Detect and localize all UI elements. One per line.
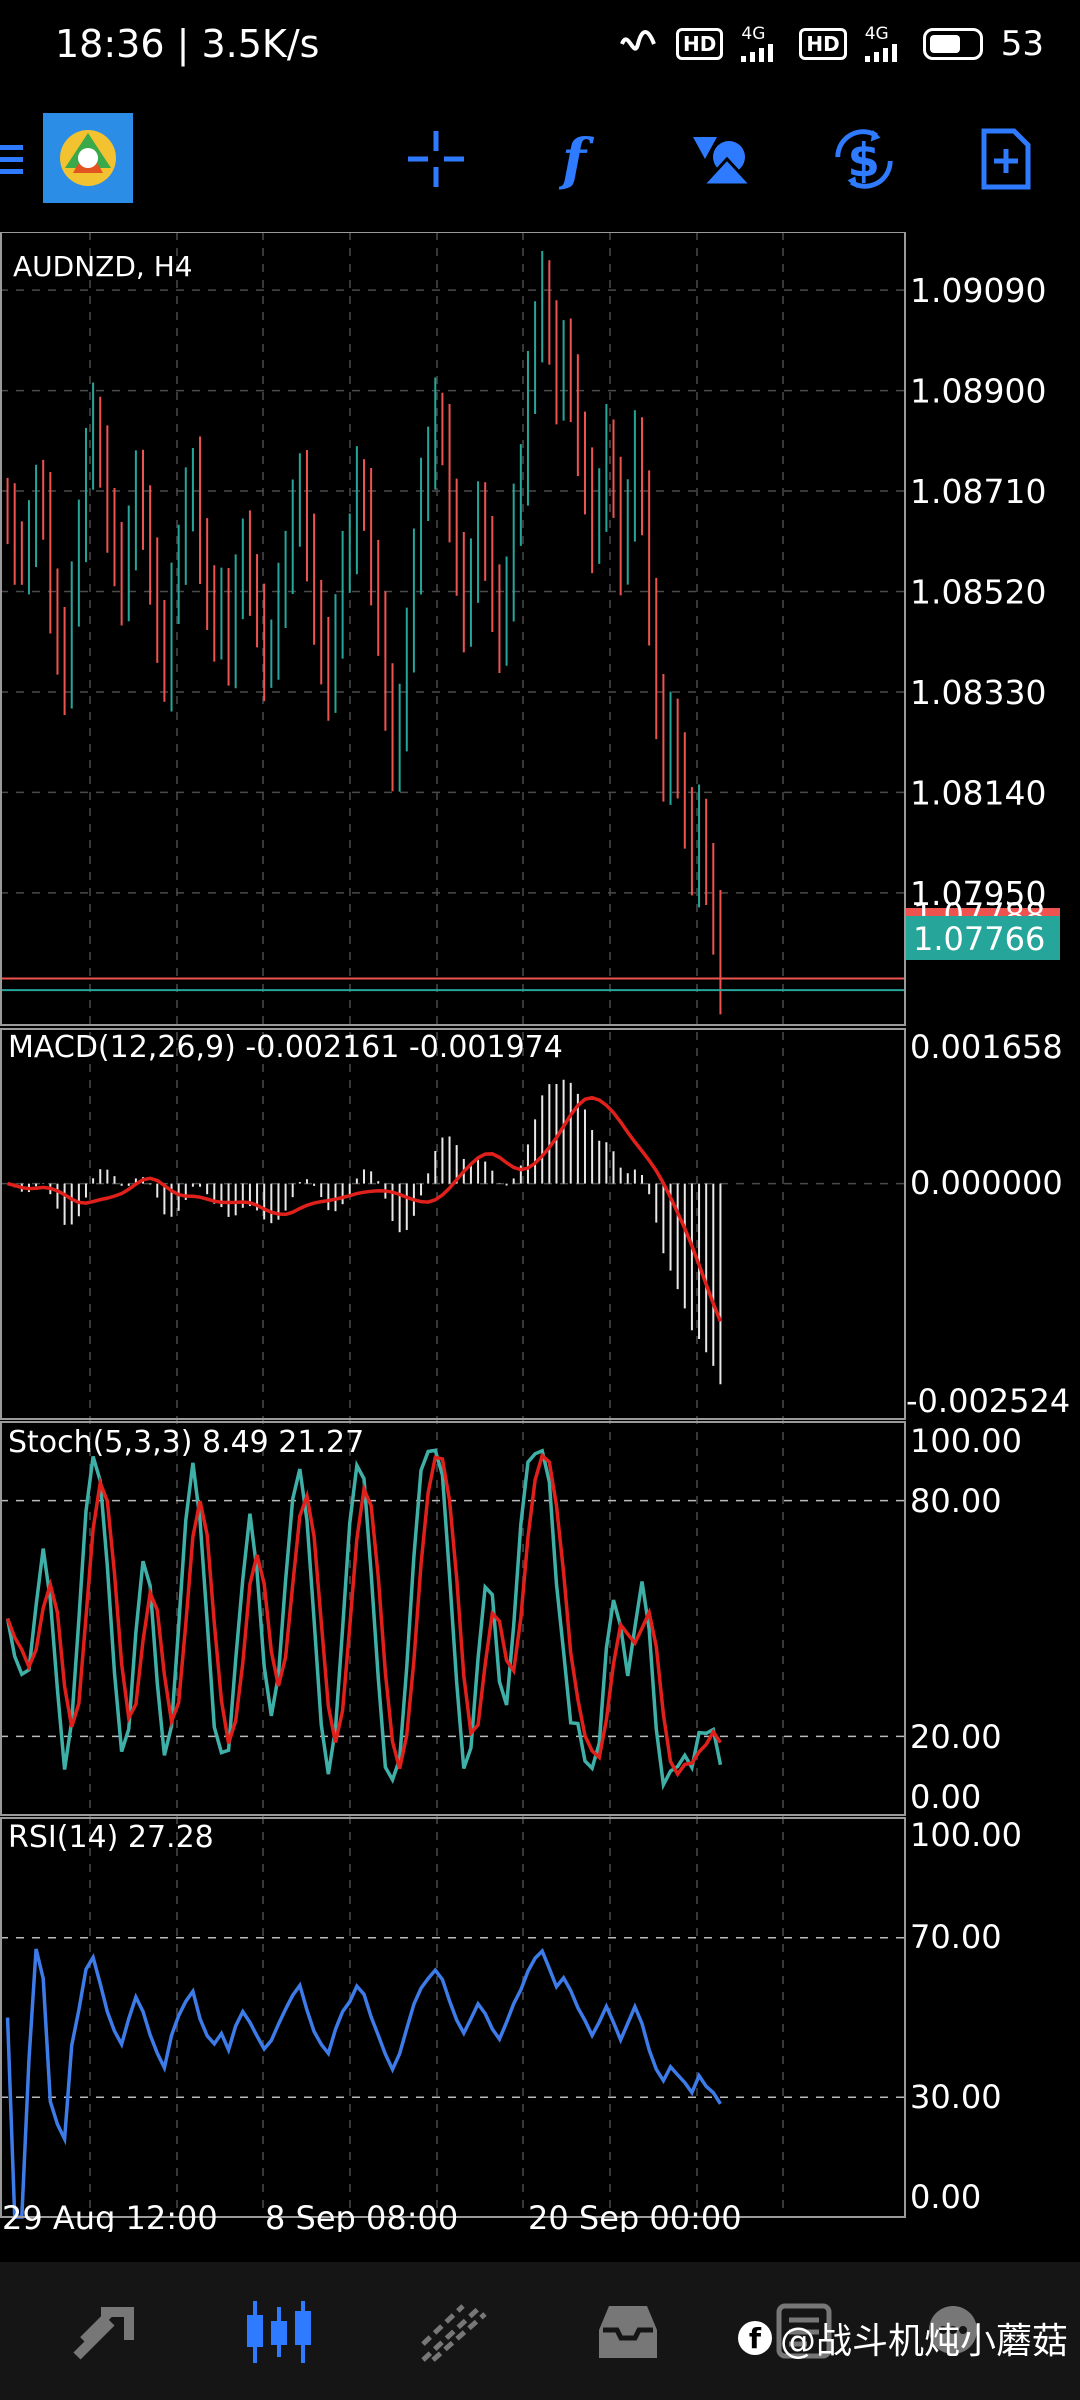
network-type-1: 4G <box>741 24 766 44</box>
objects-button[interactable] <box>688 125 756 193</box>
status-icons: HD 4G HD 4G 53 <box>618 24 1044 64</box>
svg-text:f: f <box>558 127 595 191</box>
stoch-signal-line <box>5 1452 722 1778</box>
time-label-3: 20 Sep 00:00 <box>528 2199 742 2232</box>
macd-tick-zero: 0.000000 <box>910 1164 1063 1202</box>
trade-icon <box>421 2304 487 2362</box>
macd-signal-line <box>7 1095 723 1323</box>
macd-tick-top: 0.001658 <box>910 1028 1063 1066</box>
rsi-panel <box>0 1936 905 2219</box>
stoch-tick-0: 0.00 <box>910 1778 981 1816</box>
history-icon <box>599 2306 657 2358</box>
signal-bars-icon-1 <box>741 44 774 62</box>
hd-badge-1: HD <box>676 28 724 60</box>
bid-price-label: 1.07766 <box>913 920 1045 958</box>
macd-tick-bottom: -0.002524 <box>906 1382 1070 1420</box>
facebook-icon: f <box>737 2321 772 2355</box>
nav-trade[interactable] <box>414 2292 494 2372</box>
rsi-tick-0: 0.00 <box>910 2178 981 2216</box>
network-type-2: 4G <box>864 24 889 44</box>
menu-icon <box>0 145 23 174</box>
rsi-tick-100: 100.00 <box>910 1816 1022 1854</box>
stoch-label: Stoch(5,3,3) 8.49 21.27 <box>8 1425 364 1460</box>
price-tick-2: 1.08710 <box>910 472 1046 511</box>
battery-level: 53 <box>1000 24 1044 64</box>
battery-icon <box>922 28 983 60</box>
rsi-label: RSI(14) 27.28 <box>8 1820 214 1855</box>
quotes-icon <box>73 2307 134 2360</box>
rsi-line <box>5 1948 722 2219</box>
macd-label: MACD(12,26,9) -0.002161 -0.001974 <box>8 1030 563 1065</box>
frame-rsi <box>0 1817 906 2218</box>
indicators-button[interactable]: f <box>545 125 613 193</box>
menu-button[interactable] <box>0 125 30 193</box>
crosshair-button[interactable] <box>402 125 470 193</box>
symbol-label: AUDNZD, H4 <box>13 250 193 283</box>
nav-history[interactable] <box>588 2292 668 2372</box>
status-time: 18:36 | 3.5K/s <box>55 22 320 66</box>
hd-badge-2: HD <box>799 28 847 60</box>
stoch-tick-20: 20.00 <box>910 1718 1002 1756</box>
price-tick-5: 1.08140 <box>910 773 1046 812</box>
signal-1: 4G <box>741 26 781 62</box>
frame-macd <box>0 1028 906 1420</box>
macd-panel <box>0 1079 905 1385</box>
rsi-tick-70: 70.00 <box>910 1918 1002 1956</box>
stoch-tick-100: 100.00 <box>910 1422 1022 1460</box>
nav-quotes[interactable] <box>66 2292 146 2372</box>
chart-toolbar: f $ <box>0 105 1080 213</box>
watermark-text: @战斗机炖小蘑菇 <box>779 2321 1068 2362</box>
price-axis: 1.09090 1.08900 1.08710 1.08520 1.08330 1.081… <box>910 271 1046 913</box>
stoch-tick-80: 80.00 <box>910 1482 1002 1520</box>
crosshair-icon <box>408 131 464 187</box>
candlestick-series <box>0 251 905 1015</box>
status-bar: 18:36 | 3.5K/s HD 4G HD 4G 53 <box>0 0 1080 100</box>
indicators-icon: f <box>558 127 595 191</box>
frame-main <box>0 232 906 1026</box>
timeframe-button[interactable]: $ <box>830 125 898 193</box>
time-label-2: 8 Sep 08:00 <box>265 2199 458 2232</box>
rsi-tick-30: 30.00 <box>910 2078 1002 2116</box>
metatrader-logo <box>43 113 133 203</box>
new-order-button[interactable] <box>972 125 1040 193</box>
vibrate-icon <box>620 30 656 51</box>
price-tick-1: 1.08900 <box>910 372 1046 411</box>
nav-chart[interactable] <box>240 2292 320 2372</box>
price-tick-3: 1.08520 <box>910 572 1046 611</box>
signal-bars-icon-2 <box>864 44 897 62</box>
trading-chart[interactable]: AUDNZD, H4 1.090901.089001.087101.085201… <box>0 232 1080 2232</box>
stochastic-panel <box>0 1448 905 1791</box>
objects-icon <box>693 137 755 187</box>
price-tick-4: 1.08330 <box>910 673 1046 712</box>
new-order-icon <box>981 128 1031 190</box>
price-tick-0: 1.09090 <box>910 271 1046 310</box>
chart-icon <box>247 2301 311 2363</box>
time-label-1: 29 Aug 12:00 <box>2 2199 218 2232</box>
signal-2: 4G <box>864 24 905 62</box>
timeframe-icon: $ <box>835 129 893 189</box>
metatrader-logo-button[interactable] <box>43 113 133 203</box>
watermark: f @战斗机炖小蘑菇 <box>737 2312 1068 2364</box>
